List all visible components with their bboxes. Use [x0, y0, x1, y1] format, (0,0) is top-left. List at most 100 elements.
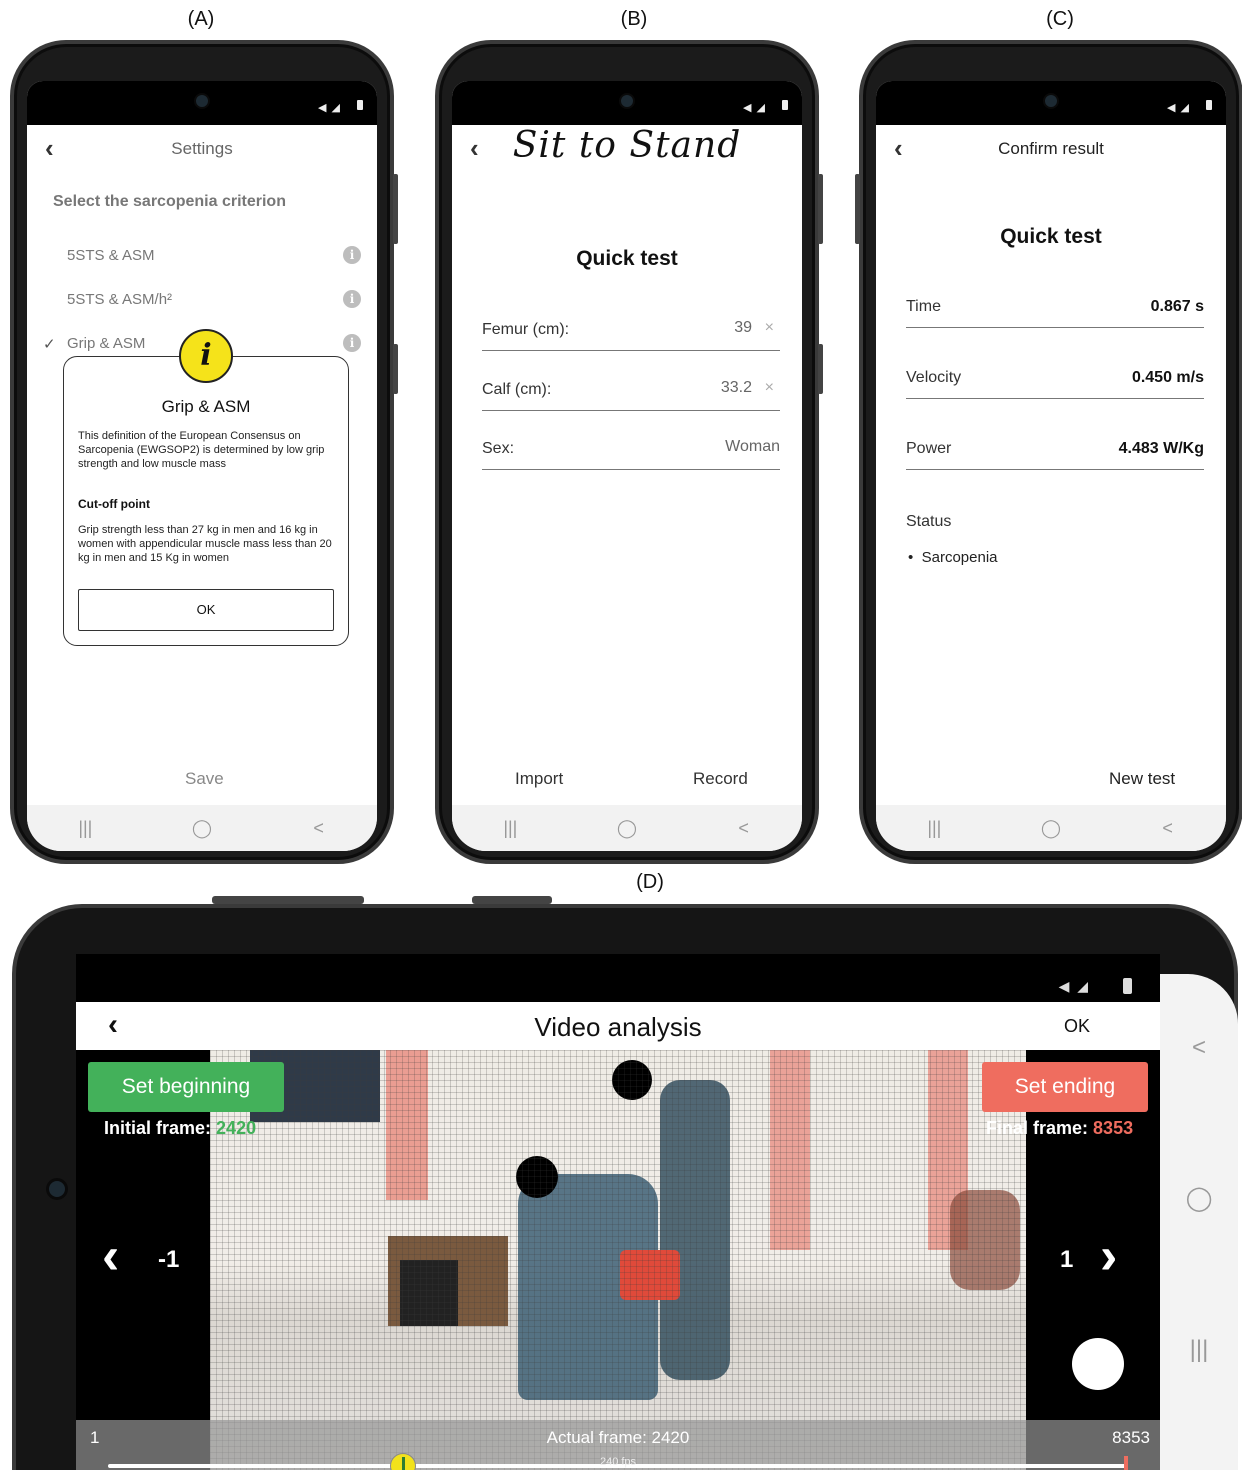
battery-icon	[1206, 100, 1212, 110]
status-value: Sarcopenia	[921, 549, 998, 566]
front-camera	[46, 1178, 68, 1200]
back-nav-icon[interactable]: <	[714, 818, 774, 839]
info-icon[interactable]: i	[343, 334, 361, 352]
field-value[interactable]: 33.2	[721, 379, 752, 397]
system-nav-bar: ||| ◯ <	[27, 805, 377, 851]
result-row-power: Power 4.483 W/Kg	[906, 430, 1204, 470]
result-subtitle: Quick test	[1000, 225, 1102, 248]
info-dialog: Grip & ASM This definition of the Europe…	[63, 356, 349, 646]
criterion-label: Grip & ASM	[67, 335, 146, 352]
recents-icon[interactable]: |||	[55, 818, 115, 839]
criterion-option-5sts-asm[interactable]: 5STS & ASM	[67, 247, 155, 264]
panel-label-d: (D)	[636, 871, 664, 893]
panel-label-a: (A)	[187, 8, 215, 30]
system-nav-bar: ||| ◯ <	[876, 805, 1226, 851]
front-camera	[1043, 93, 1059, 109]
video-frame[interactable]	[210, 1050, 1026, 1470]
previous-frame-step[interactable]: -1	[158, 1246, 179, 1274]
previous-frame-icon[interactable]: ‹	[102, 1226, 119, 1286]
field-value[interactable]: Woman	[725, 438, 780, 456]
recents-icon[interactable]: |||	[904, 818, 964, 839]
field-label: Femur (cm):	[482, 321, 570, 338]
quick-test-screen: ◀︎ ◢ ‹ Sit to Stand Quick test Femur (cm…	[452, 81, 802, 851]
criterion-option-grip-asm[interactable]: ✓ Grip & ASM	[43, 335, 146, 353]
volume-button	[212, 896, 364, 904]
import-button[interactable]: Import	[515, 769, 563, 789]
power-button	[472, 896, 552, 904]
back-nav-icon[interactable]: <	[1138, 818, 1198, 839]
criterion-option-5sts-asm-h2[interactable]: 5STS & ASM/h²	[67, 291, 172, 308]
video-grid-overlay	[210, 1050, 1026, 1470]
initial-frame-value: 2420	[216, 1118, 257, 1138]
front-camera	[619, 93, 635, 109]
recents-icon[interactable]: |||	[480, 818, 540, 839]
next-frame-icon[interactable]: ›	[1100, 1226, 1117, 1286]
set-beginning-button[interactable]: Set beginning	[88, 1062, 284, 1112]
home-icon[interactable]: ◯	[597, 818, 657, 839]
dialog-subtitle: Cut-off point	[78, 497, 150, 511]
status-bar: ◀︎ ◢	[76, 954, 1160, 1002]
page-title: Quick test	[576, 247, 678, 270]
final-frame-readout: Final frame: 8353	[986, 1118, 1133, 1139]
clear-icon[interactable]: ×	[765, 319, 774, 337]
actual-frame-label: Actual frame: 2420	[546, 1428, 690, 1447]
home-icon[interactable]: ◯	[1021, 818, 1081, 839]
home-icon[interactable]: ◯	[1160, 1184, 1238, 1213]
status-list-item: • Sarcopenia	[908, 549, 998, 566]
field-label: Calf (cm):	[482, 381, 552, 398]
timeline-end: 8353	[1112, 1428, 1150, 1447]
app-bar: ‹ Confirm result	[876, 125, 1226, 173]
confirm-result-screen: ◀︎ ◢ ‹ Confirm result Quick test Time 0.…	[876, 81, 1226, 851]
phone-confirm-result: ◀︎ ◢ ‹ Confirm result Quick test Time 0.…	[855, 40, 1242, 864]
recents-icon[interactable]: |||	[1160, 1336, 1238, 1364]
home-icon[interactable]: ◯	[172, 818, 232, 839]
dialog-title: Grip & ASM	[161, 397, 251, 416]
final-frame-label: Final frame:	[986, 1118, 1089, 1138]
page-title: Confirm result	[998, 139, 1104, 158]
back-nav-icon[interactable]: <	[1160, 1034, 1238, 1062]
initial-frame-label: Initial frame:	[104, 1118, 212, 1138]
dialog-ok-button[interactable]: OK	[78, 589, 334, 631]
field-value[interactable]: 39	[734, 319, 752, 337]
field-label: Sex:	[482, 440, 515, 457]
save-button[interactable]: Save	[185, 769, 224, 789]
record-button[interactable]: Record	[693, 769, 748, 789]
result-value: 0.867 s	[1150, 298, 1204, 315]
sex-field[interactable]: Sex: Woman	[482, 426, 780, 470]
initial-frame-readout: Initial frame: 2420	[104, 1118, 256, 1139]
new-test-button[interactable]: New test	[1109, 769, 1175, 789]
video-analysis-screen: ◀︎ ◢ ‹ Video analysis OK Set beginning I…	[76, 954, 1160, 1470]
femur-field[interactable]: Femur (cm): 39 ×	[482, 307, 780, 351]
volume-button	[393, 174, 398, 244]
status-bar: ◀︎ ◢	[452, 81, 802, 125]
result-value: 4.483 W/Kg	[1118, 440, 1204, 457]
ok-button[interactable]: OK	[1064, 1016, 1090, 1037]
settings-screen: ◀︎ ◢ ‹ Settings Select the sarcopenia cr…	[27, 81, 377, 851]
phone-quick-test: ◀︎ ◢ ‹ Sit to Stand Quick test Femur (cm…	[435, 40, 823, 864]
result-row-time: Time 0.867 s	[906, 288, 1204, 328]
page-title: Settings	[171, 139, 233, 158]
result-label: Velocity	[906, 369, 962, 386]
status-label: Status	[906, 513, 952, 530]
system-nav-bar: < ◯ |||	[1160, 974, 1238, 1470]
app-logo-title: Sit to Stand	[512, 125, 742, 166]
phone-video-analysis: ◀︎ ◢ ‹ Video analysis OK Set beginning I…	[12, 896, 1238, 1470]
dialog-cutoff-text: Grip strength less than 27 kg in men and…	[78, 524, 332, 564]
info-icon[interactable]: i	[343, 290, 361, 308]
back-nav-icon[interactable]: <	[289, 818, 349, 839]
info-badge-icon: i	[179, 329, 233, 383]
battery-icon	[357, 100, 363, 110]
capture-button[interactable]	[1072, 1338, 1124, 1390]
system-nav-bar: ||| ◯ <	[452, 805, 802, 851]
app-bar: ‹ Video analysis OK	[76, 1002, 1160, 1050]
next-frame-step[interactable]: 1	[1060, 1246, 1073, 1274]
page-title: Video analysis	[534, 1012, 702, 1042]
set-ending-button[interactable]: Set ending	[982, 1062, 1148, 1112]
clear-icon[interactable]: ×	[765, 379, 774, 397]
calf-field[interactable]: Calf (cm): 33.2 ×	[482, 367, 780, 411]
info-icon[interactable]: i	[343, 246, 361, 264]
result-row-velocity: Velocity 0.450 m/s	[906, 359, 1204, 399]
battery-icon	[1123, 978, 1132, 994]
signal-icon: ◀︎ ◢	[1167, 102, 1190, 114]
status-bar: ◀︎ ◢	[876, 81, 1226, 125]
